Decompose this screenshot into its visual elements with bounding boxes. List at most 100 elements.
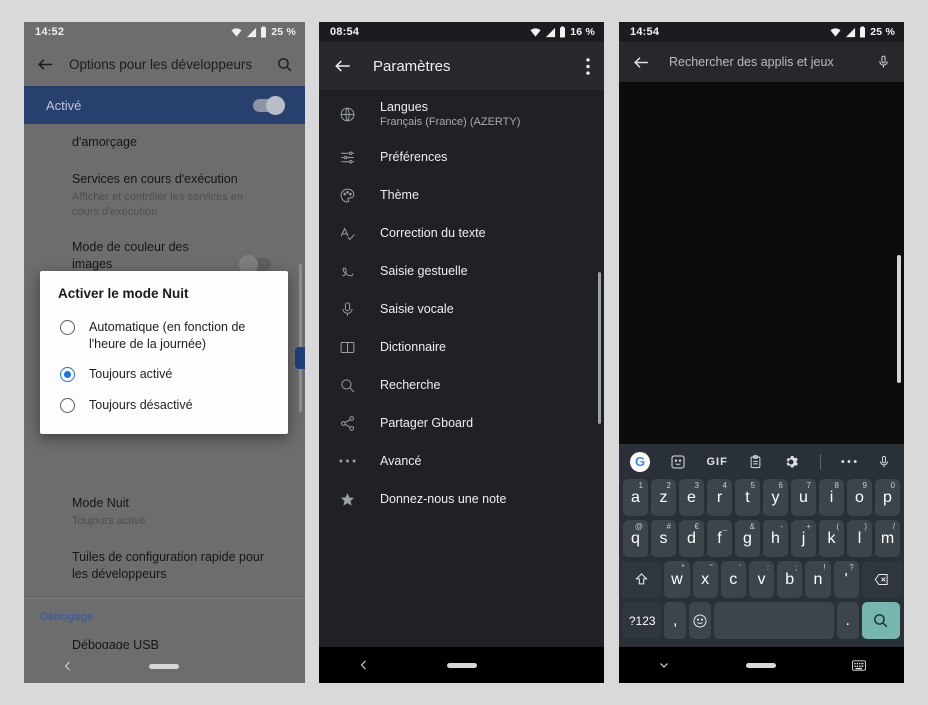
key-label: u <box>799 488 808 506</box>
list-item[interactable]: Services en cours d'exécution Afficher e… <box>24 161 305 230</box>
dialog-option-automatic[interactable]: Automatique (en fonction de l'heure de l… <box>40 312 288 359</box>
symbols-key[interactable]: ?123 <box>623 602 662 639</box>
key-label: i <box>829 488 834 506</box>
search-bar[interactable]: Rechercher des applis et jeux <box>619 42 904 82</box>
emoji-key[interactable] <box>689 602 711 639</box>
status-bar: 14:54 25 % <box>619 22 904 42</box>
key-apostrophe[interactable]: ? ' <box>833 561 859 598</box>
key-h[interactable]: -h <box>763 520 788 557</box>
gif-icon[interactable]: GIF <box>706 456 727 468</box>
dialog-option-always-off[interactable]: Toujours désactivé <box>40 390 288 421</box>
sidebar-item-avance[interactable]: Avancé <box>319 442 604 480</box>
settings-icon[interactable] <box>783 454 799 470</box>
key-m[interactable]: / m <box>875 520 900 557</box>
key-v[interactable]: :v <box>748 561 775 598</box>
key-q[interactable]: @ q <box>623 520 648 557</box>
list-item[interactable]: Mode Nuit Toujours activé <box>24 485 305 539</box>
sidebar-item-recherche[interactable]: Recherche <box>319 366 604 404</box>
nav-home-pill[interactable] <box>746 662 777 668</box>
more-icon[interactable] <box>841 459 857 464</box>
developer-options-toggle[interactable] <box>253 95 285 115</box>
key-y[interactable]: 6y <box>763 479 788 516</box>
key-z[interactable]: 2z <box>651 479 676 516</box>
google-icon[interactable]: G <box>630 451 650 472</box>
key-b[interactable]: ; b <box>777 561 803 598</box>
nav-home-pill[interactable] <box>446 662 477 668</box>
back-arrow-icon[interactable] <box>36 55 55 74</box>
key-e[interactable]: 3e <box>679 479 704 516</box>
key-l[interactable]: ) l <box>847 520 872 557</box>
back-arrow-icon[interactable] <box>632 53 651 72</box>
key-k[interactable]: (k <box>819 520 844 557</box>
key-i[interactable]: 8i <box>819 479 844 516</box>
nav-home-pill[interactable] <box>149 663 180 669</box>
radio-icon[interactable] <box>60 397 75 413</box>
key-f[interactable]: _ f <box>707 520 732 557</box>
nav-back-icon[interactable] <box>358 658 370 672</box>
key-t[interactable]: 5t <box>735 479 760 516</box>
key-n[interactable]: ! n <box>805 561 831 598</box>
overflow-menu-icon[interactable] <box>586 57 590 75</box>
key-label: g <box>743 529 752 547</box>
key-s[interactable]: # s <box>651 520 676 557</box>
key-period[interactable]: . <box>836 602 859 639</box>
keyboard-switch-icon[interactable] <box>852 659 867 671</box>
key-comma[interactable]: , <box>664 602 687 639</box>
sidebar-item-partager-gboard[interactable]: Partager Gboard <box>319 404 604 442</box>
srgb-toggle[interactable] <box>239 255 271 275</box>
emoji-icon <box>693 614 707 627</box>
key-label: v <box>757 570 766 588</box>
key-o[interactable]: 9o <box>847 479 872 516</box>
key-a[interactable]: 1a <box>623 479 648 516</box>
key-j[interactable]: + j <box>791 520 816 557</box>
scrollbar[interactable] <box>897 255 901 383</box>
item-title: Dictionnaire <box>380 340 447 354</box>
sidebar-item-theme[interactable]: Thème <box>319 176 604 214</box>
scrollbar[interactable] <box>598 272 601 424</box>
key-u[interactable]: 7u <box>791 479 816 516</box>
search-input[interactable]: Rechercher des applis et jeux <box>669 55 858 69</box>
nav-hide-keyboard-icon[interactable] <box>657 659 671 671</box>
sidebar-item-saisie-vocale[interactable]: Saisie vocale <box>319 290 604 328</box>
key-p[interactable]: 0p <box>875 479 900 516</box>
sidebar-item-correction-du-texte[interactable]: Correction du texte <box>319 214 604 252</box>
list-item[interactable]: Tuiles de configuration rapide pour les … <box>24 539 305 593</box>
microphone-icon[interactable] <box>877 454 891 470</box>
key-w[interactable]: * w <box>664 561 690 598</box>
gboard-keyboard: G GIF 1a 2z 3e 4r 5t 6y 7u 8 i 9 o 0 p @… <box>619 444 904 647</box>
toggle-row-enabled[interactable]: Activé <box>24 86 305 124</box>
search-enter-key[interactable] <box>861 602 901 639</box>
sticker-icon[interactable] <box>670 454 686 470</box>
space-key[interactable] <box>713 602 834 639</box>
key-c[interactable]: ' c <box>720 561 746 598</box>
key-d[interactable]: € d <box>679 520 704 557</box>
shift-icon <box>634 573 648 585</box>
dialog-option-always-on[interactable]: Toujours activé <box>40 359 288 390</box>
key-g[interactable]: & g <box>735 520 760 557</box>
scrollbar[interactable] <box>299 264 302 412</box>
radio-icon-selected[interactable] <box>60 367 75 382</box>
sidebar-item-saisie-gestuelle[interactable]: Saisie gestuelle <box>319 252 604 290</box>
radio-icon[interactable] <box>60 320 75 335</box>
microphone-icon[interactable] <box>876 54 891 70</box>
key-superscript: ) <box>864 522 867 531</box>
key-r[interactable]: 4r <box>707 479 732 516</box>
system-nav-bar <box>319 647 604 683</box>
key-label: k <box>827 529 836 547</box>
back-arrow-icon[interactable] <box>333 56 353 76</box>
shift-key[interactable] <box>620 561 662 598</box>
key-x[interactable]: " x <box>692 561 718 598</box>
clipboard-icon[interactable] <box>748 454 763 470</box>
backspace-key[interactable] <box>861 561 903 598</box>
key-label: z <box>659 488 668 506</box>
sidebar-item-dictionnaire[interactable]: Dictionnaire <box>319 328 604 366</box>
search-icon[interactable] <box>276 56 293 73</box>
nav-back-icon[interactable] <box>62 659 74 673</box>
sidebar-item-donnez-nous-une-note[interactable]: Donnez-nous une note <box>319 480 604 518</box>
sidebar-item-langues[interactable]: Langues Français (France) (AZERTY) <box>319 90 604 138</box>
key-superscript: & <box>749 522 755 531</box>
item-title: Mode de couleur des images <box>72 240 189 272</box>
sidebar-item-preferences[interactable]: Préférences <box>319 138 604 176</box>
item-title: Donnez-nous une note <box>380 492 507 506</box>
list-item[interactable]: d'amorçage <box>24 124 305 161</box>
